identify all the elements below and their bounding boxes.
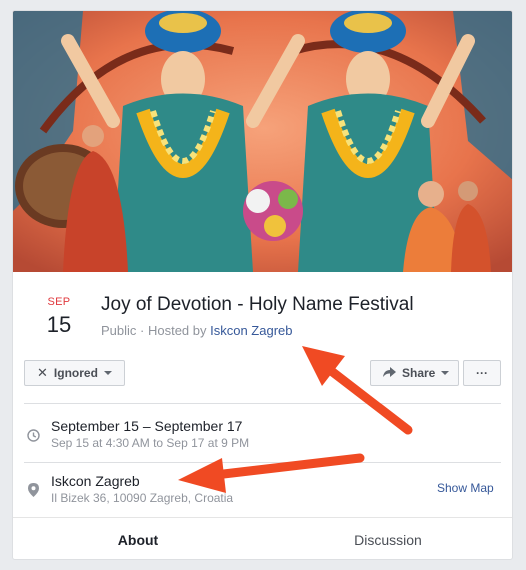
ignored-button[interactable]: ✕ Ignored [24, 360, 125, 386]
event-card: SEP 15 Joy of Devotion - Holy Name Festi… [12, 10, 513, 560]
event-meta: Public · Hosted by Iskcon Zagreb [101, 323, 292, 338]
event-address: Il Bizek 36, 10090 Zagreb, Croatia [51, 491, 234, 505]
event-privacy: Public · Hosted by [101, 323, 211, 338]
map-pin-icon [26, 483, 40, 497]
event-date-range[interactable]: September 15 – September 17 [51, 418, 242, 434]
divider [24, 462, 501, 463]
divider [24, 403, 501, 404]
chevron-down-icon [441, 371, 450, 375]
event-tabs: About Discussion [13, 517, 512, 559]
event-day: 15 [46, 312, 72, 337]
more-label: ··· [476, 366, 488, 380]
share-arrow-icon [383, 366, 396, 381]
event-title: Joy of Devotion - Holy Name Festival [101, 294, 414, 315]
cover-image [13, 11, 512, 272]
show-map-link[interactable]: Show Map [437, 481, 494, 495]
event-cover-photo[interactable] [13, 11, 512, 272]
chevron-down-icon [103, 371, 112, 375]
event-time-range: Sep 15 at 4:30 AM to Sep 17 at 9 PM [51, 436, 250, 450]
more-options-button[interactable]: ··· [463, 360, 501, 386]
close-icon: ✕ [37, 365, 48, 380]
ignored-label: Ignored [53, 366, 98, 380]
event-date: SEP 15 [41, 296, 77, 338]
tab-discussion[interactable]: Discussion [271, 518, 505, 559]
clock-icon [26, 428, 40, 442]
event-month: SEP [47, 296, 71, 308]
tab-about[interactable]: About [21, 518, 255, 559]
event-place-name[interactable]: Iskcon Zagreb [51, 473, 140, 489]
share-button[interactable]: Share [370, 360, 459, 386]
share-label: Share [402, 366, 436, 380]
event-host-link[interactable]: Iskcon Zagreb [210, 323, 292, 338]
